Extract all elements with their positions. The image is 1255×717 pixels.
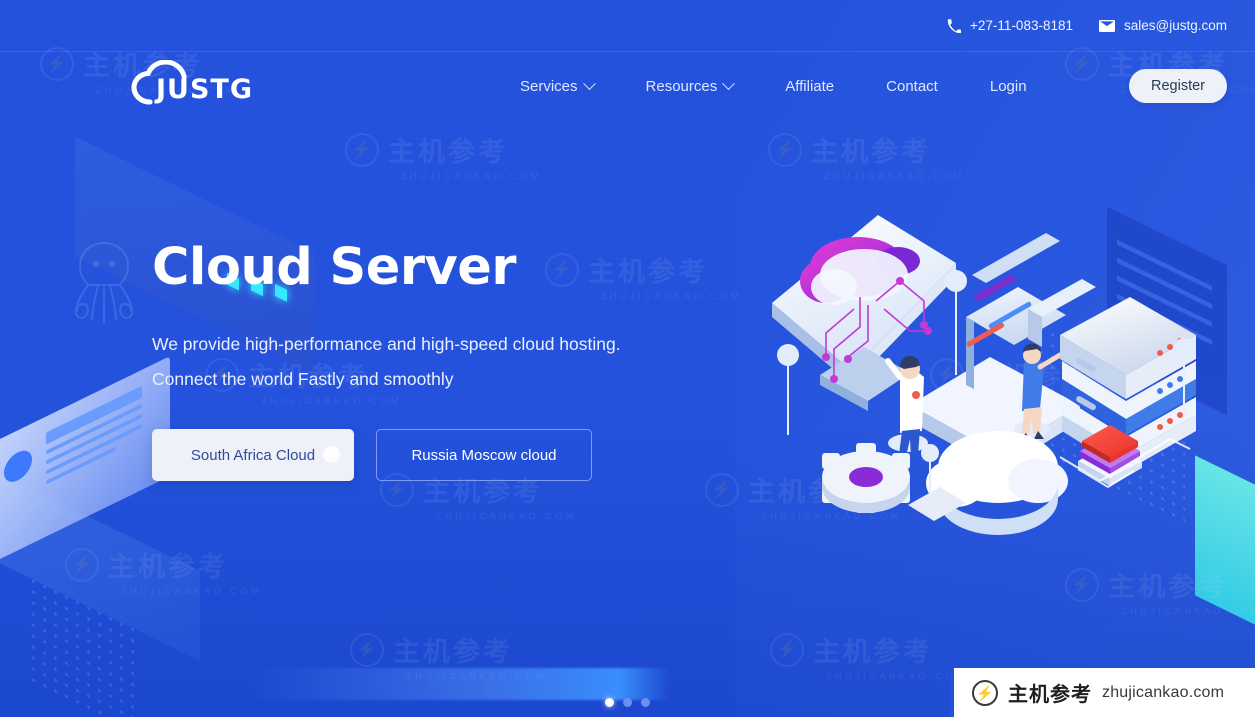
dot-grid-decoration-left <box>28 573 138 717</box>
watermark-logo-icon: ⚡ <box>350 632 384 667</box>
carousel-dot-2[interactable] <box>623 698 632 707</box>
nav-item-login[interactable]: Login <box>964 78 1053 95</box>
logo-text: JUSTG <box>156 74 253 105</box>
contact-phone-text: +27-11-083-8181 <box>970 18 1073 33</box>
nav-item-resources[interactable]: Resources <box>620 76 760 95</box>
hero-subtitle: We provide high-performance and high-spe… <box>152 327 712 397</box>
nav-item-contact[interactable]: Contact <box>860 78 964 95</box>
nav-item-label: Contact <box>886 77 938 95</box>
hero-subtitle-line-1: We provide high-performance and high-spe… <box>152 334 621 355</box>
top-contact-bar: +27-11-083-8181 sales@justg.com <box>0 0 1255 52</box>
carousel-dot-1[interactable] <box>605 698 614 707</box>
watermark-logo-icon: ⚡ <box>768 132 802 167</box>
contact-phone[interactable]: +27-11-083-8181 <box>947 18 1073 33</box>
page-watermark: ⚡ 主机参考 ZHUJICANKAO.COM <box>768 130 965 181</box>
site-watermark-logo-icon: ⚡ <box>972 679 998 706</box>
gradient-strip-decoration <box>250 668 670 700</box>
watermark-logo-icon: ⚡ <box>770 632 804 667</box>
nav-item-label: Services <box>520 77 578 95</box>
hero-cta-row: South Africa Cloud Russia Moscow cloud <box>152 429 712 482</box>
page-watermark: ⚡ 主机参考 ZHUJICANKAO.COM <box>770 630 967 681</box>
site-logo[interactable]: JUSTG <box>120 59 252 112</box>
page-watermark: ⚡ 主机参考 ZHUJICANKAO.COM <box>350 630 547 681</box>
illustration-cloud-white <box>926 431 1068 535</box>
register-button[interactable]: Register <box>1129 69 1227 103</box>
contact-email[interactable]: sales@justg.com <box>1099 18 1227 33</box>
hero-illustration <box>772 215 1196 535</box>
nav-item-label: Resources <box>645 77 718 95</box>
nav-item-services[interactable]: Services <box>520 76 620 95</box>
hero-subtitle-line-2: Connect the world Fastly and smoothly <box>152 369 454 390</box>
carousel-dot-3[interactable] <box>641 698 650 707</box>
main-navbar: JUSTG Services Resources Affiliate Conta… <box>0 52 1255 120</box>
envelope-icon <box>1099 19 1115 32</box>
site-watermark-domain: zhujicankao.com <box>1102 683 1225 701</box>
nav-item-label: Login <box>989 77 1027 95</box>
chevron-down-icon <box>582 76 596 90</box>
nav-item-affiliate[interactable]: Affiliate <box>759 78 860 95</box>
hero-title: Cloud Server <box>152 238 516 297</box>
contact-email-text: sales@justg.com <box>1124 18 1227 33</box>
south-africa-cloud-button[interactable]: South Africa Cloud <box>152 429 354 482</box>
page-watermark: ⚡ 主机参考 ZHUJICANKAO.COM <box>65 545 262 596</box>
site-watermark-badge: ⚡ 主机参考 zhujicankao.com <box>950 668 1255 717</box>
russia-moscow-cloud-button[interactable]: Russia Moscow cloud <box>376 429 592 482</box>
watermark-logo-icon: ⚡ <box>345 132 379 167</box>
page-watermark: ⚡ 主机参考 ZHUJICANKAO.COM <box>345 130 542 181</box>
site-watermark-cn: 主机参考 <box>1008 682 1092 706</box>
chevron-down-icon <box>722 76 736 90</box>
nav-item-label: Affiliate <box>785 77 835 95</box>
watermark-logo-icon: ⚡ <box>65 547 99 582</box>
phone-icon <box>947 18 962 33</box>
illustration-person-left <box>885 355 928 457</box>
octopus-icon <box>74 241 134 324</box>
watermark-logo-icon: ⚡ <box>1065 567 1099 602</box>
page-watermark: ⚡ 主机参考 ZHUJICANKAO.COM <box>1065 565 1255 616</box>
hero-section: Cloud Server We provide high-performance… <box>152 238 712 482</box>
iso-laptop-screen <box>0 356 170 564</box>
nav-links: Services Resources Affiliate Contact Log… <box>520 52 1053 120</box>
page-root: ⚡ 主机参考 ZHUJICANKAO.COM ⚡ 主机参考 ZHUJICANKA… <box>0 0 1255 717</box>
